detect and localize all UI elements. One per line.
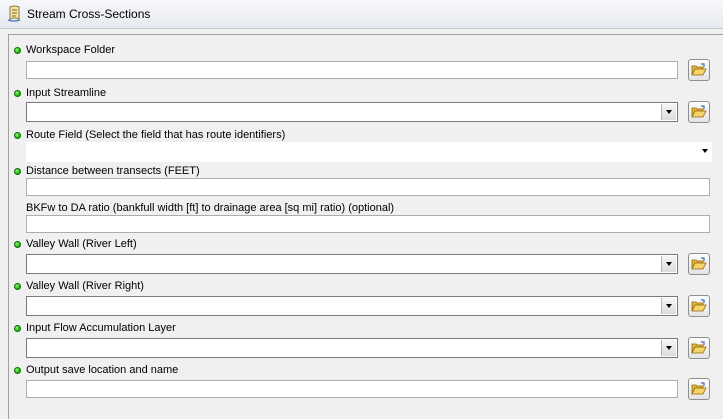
chevron-down-icon[interactable] [661, 298, 676, 314]
chevron-down-icon[interactable] [661, 256, 676, 272]
route-field-label: Route Field (Select the field that has r… [26, 129, 286, 141]
valley-wall-right-combo[interactable] [26, 296, 678, 316]
flow-accumulation-combo[interactable] [26, 338, 678, 358]
chevron-down-icon[interactable] [702, 149, 708, 153]
required-indicator-icon [14, 168, 21, 175]
browse-valley-wall-left-button[interactable] [688, 253, 710, 275]
distance-input[interactable] [26, 178, 710, 196]
chevron-down-icon[interactable] [661, 340, 676, 356]
chevron-down-icon[interactable] [661, 104, 676, 120]
open-folder-icon [691, 299, 707, 312]
required-indicator-icon [14, 132, 21, 139]
open-folder-icon [691, 341, 707, 354]
browse-input-streamline-button[interactable] [688, 101, 710, 123]
required-indicator-icon [14, 325, 21, 332]
open-folder-icon [691, 105, 707, 118]
valley-wall-left-combo[interactable] [26, 254, 678, 274]
workspace-folder-input[interactable] [26, 61, 678, 79]
valley-wall-right-label: Valley Wall (River Right) [26, 280, 144, 292]
route-field-dropdown[interactable] [26, 142, 712, 162]
input-streamline-combo[interactable] [26, 102, 678, 122]
required-indicator-icon [14, 367, 21, 374]
required-indicator-icon [14, 90, 21, 97]
title-bar: Stream Cross-Sections [0, 0, 723, 29]
open-folder-icon [691, 382, 707, 395]
bkfw-da-ratio-label: BKFw to DA ratio (bankfull width [ft] to… [26, 202, 395, 214]
distance-label: Distance between transects (FEET) [26, 165, 200, 177]
output-location-input[interactable] [26, 380, 678, 398]
window-title: Stream Cross-Sections [27, 7, 151, 21]
open-folder-icon [691, 257, 707, 270]
required-indicator-icon [14, 47, 21, 54]
output-location-label: Output save location and name [26, 364, 179, 376]
browse-output-location-button[interactable] [688, 378, 710, 400]
script-tool-icon [7, 5, 21, 22]
bkfw-da-ratio-input[interactable] [26, 215, 710, 233]
browse-workspace-folder-button[interactable] [688, 59, 710, 81]
required-indicator-icon [14, 241, 21, 248]
browse-valley-wall-right-button[interactable] [688, 295, 710, 317]
flow-accumulation-label: Input Flow Accumulation Layer [26, 322, 176, 334]
browse-flow-accumulation-button[interactable] [688, 337, 710, 359]
required-indicator-icon [14, 283, 21, 290]
valley-wall-left-label: Valley Wall (River Left) [26, 238, 137, 250]
open-folder-icon [691, 63, 707, 76]
input-streamline-label: Input Streamline [26, 87, 107, 99]
workspace-folder-label: Workspace Folder [26, 44, 116, 56]
